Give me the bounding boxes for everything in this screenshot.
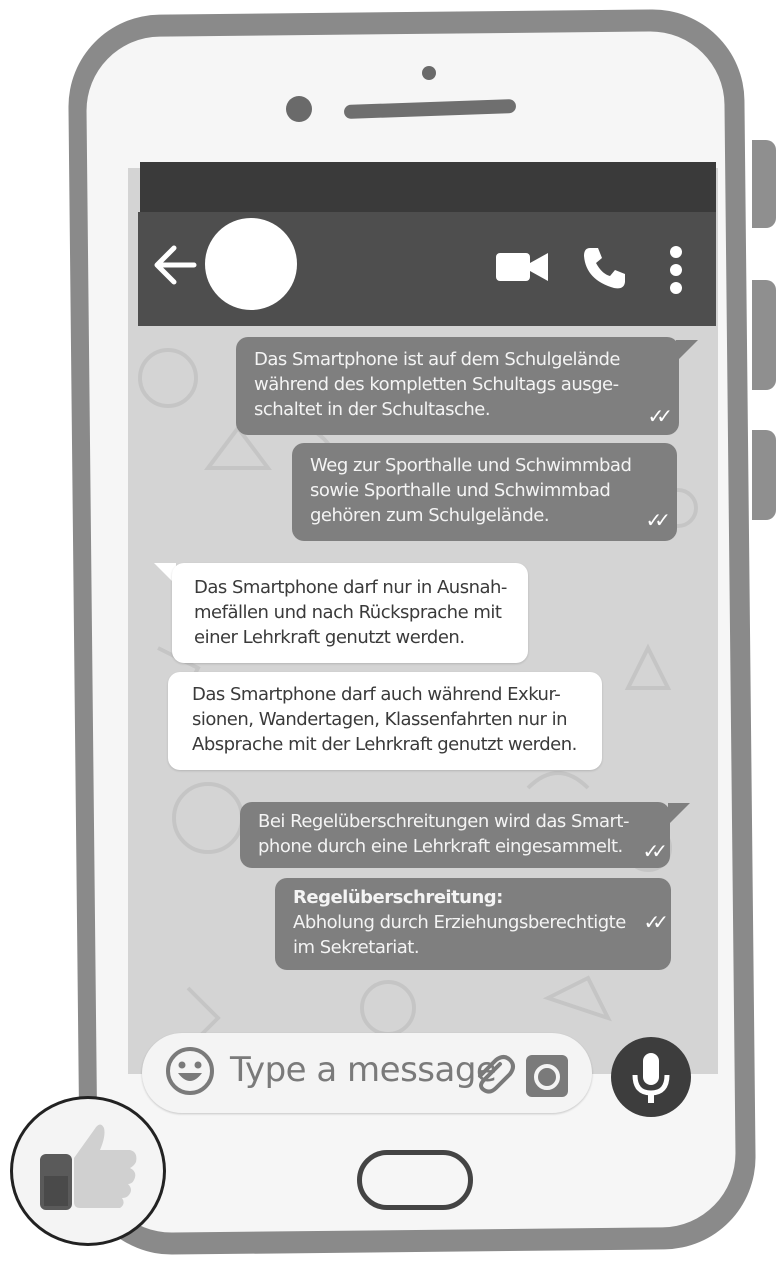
front-camera bbox=[422, 66, 436, 80]
camera-icon[interactable] bbox=[526, 1055, 568, 1097]
bubble-tail bbox=[668, 803, 690, 825]
more-vertical-icon[interactable] bbox=[668, 246, 684, 294]
message-placeholder[interactable]: Type a message bbox=[230, 1050, 497, 1090]
home-button[interactable] bbox=[357, 1150, 473, 1210]
message-line: Abholung durch Erziehungsberechtigte bbox=[293, 912, 626, 933]
avatar[interactable] bbox=[205, 218, 297, 310]
thumbs-up-icon bbox=[38, 1118, 142, 1214]
microphone-icon bbox=[632, 1053, 670, 1103]
side-button-top bbox=[752, 140, 776, 228]
message-line: Bei Regelüberschreitungen wird das Smart… bbox=[258, 811, 629, 832]
emoji-icon[interactable] bbox=[164, 1045, 216, 1097]
phone-icon[interactable] bbox=[580, 244, 628, 292]
double-check-icon: ✓✓ bbox=[642, 839, 667, 863]
message-line: im Sekretariat. bbox=[293, 937, 420, 958]
message-heading: Regelüberschreitung: bbox=[293, 887, 503, 908]
message-line: schaltet in der Schultasche. bbox=[254, 399, 491, 420]
message-line: Das Smartphone ist auf dem Schulgelände bbox=[254, 349, 620, 370]
message-bubble-outgoing: Regelüberschreitung: Abholung durch Erzi… bbox=[275, 878, 671, 970]
message-bubble-outgoing: Das Smartphone ist auf dem Schulgelände … bbox=[236, 337, 679, 435]
message-line: mefällen und nach Rücksprache mit bbox=[194, 602, 502, 623]
proximity-sensor bbox=[286, 96, 312, 122]
message-line: Absprache mit der Lehrkraft genutzt werd… bbox=[192, 734, 577, 755]
message-bubble-outgoing: Weg zur Sporthalle und Schwimmbad sowie … bbox=[292, 443, 677, 541]
message-line: gehören zum Schulgelände. bbox=[310, 505, 550, 526]
video-camera-icon[interactable] bbox=[496, 250, 548, 284]
message-line: sowie Sporthalle und Schwimmbad bbox=[310, 480, 611, 501]
message-line: einer Lehrkraft genutzt werden. bbox=[194, 627, 465, 648]
message-line: Das Smartphone darf auch während Exkur- bbox=[192, 684, 561, 705]
message-line: phone durch eine Lehrkraft eingesammelt. bbox=[258, 836, 623, 857]
side-button-bottom bbox=[752, 430, 776, 520]
message-line: Das Smartphone darf nur in Ausnah- bbox=[194, 577, 507, 598]
message-line: Weg zur Sporthalle und Schwimmbad bbox=[310, 455, 632, 476]
microphone-button[interactable] bbox=[611, 1037, 691, 1117]
message-bubble-incoming: Das Smartphone darf auch während Exkur- … bbox=[168, 672, 602, 770]
message-bubble-outgoing: Bei Regelüberschreitungen wird das Smart… bbox=[240, 802, 670, 868]
side-button-middle bbox=[752, 280, 776, 390]
double-check-icon: ✓✓ bbox=[647, 404, 672, 428]
paperclip-icon[interactable] bbox=[470, 1050, 516, 1096]
message-bubble-incoming: Das Smartphone darf nur in Ausnah- mefäl… bbox=[172, 563, 528, 663]
message-line: während des kompletten Schultags ausge- bbox=[254, 374, 619, 395]
double-check-icon: ✓✓ bbox=[643, 910, 668, 934]
status-bar bbox=[140, 162, 716, 214]
arrow-left-icon[interactable] bbox=[150, 240, 200, 290]
double-check-icon: ✓✓ bbox=[645, 508, 670, 532]
message-line: sionen, Wandertagen, Klassenfahrten nur … bbox=[192, 709, 568, 730]
bubble-tail bbox=[676, 340, 698, 362]
